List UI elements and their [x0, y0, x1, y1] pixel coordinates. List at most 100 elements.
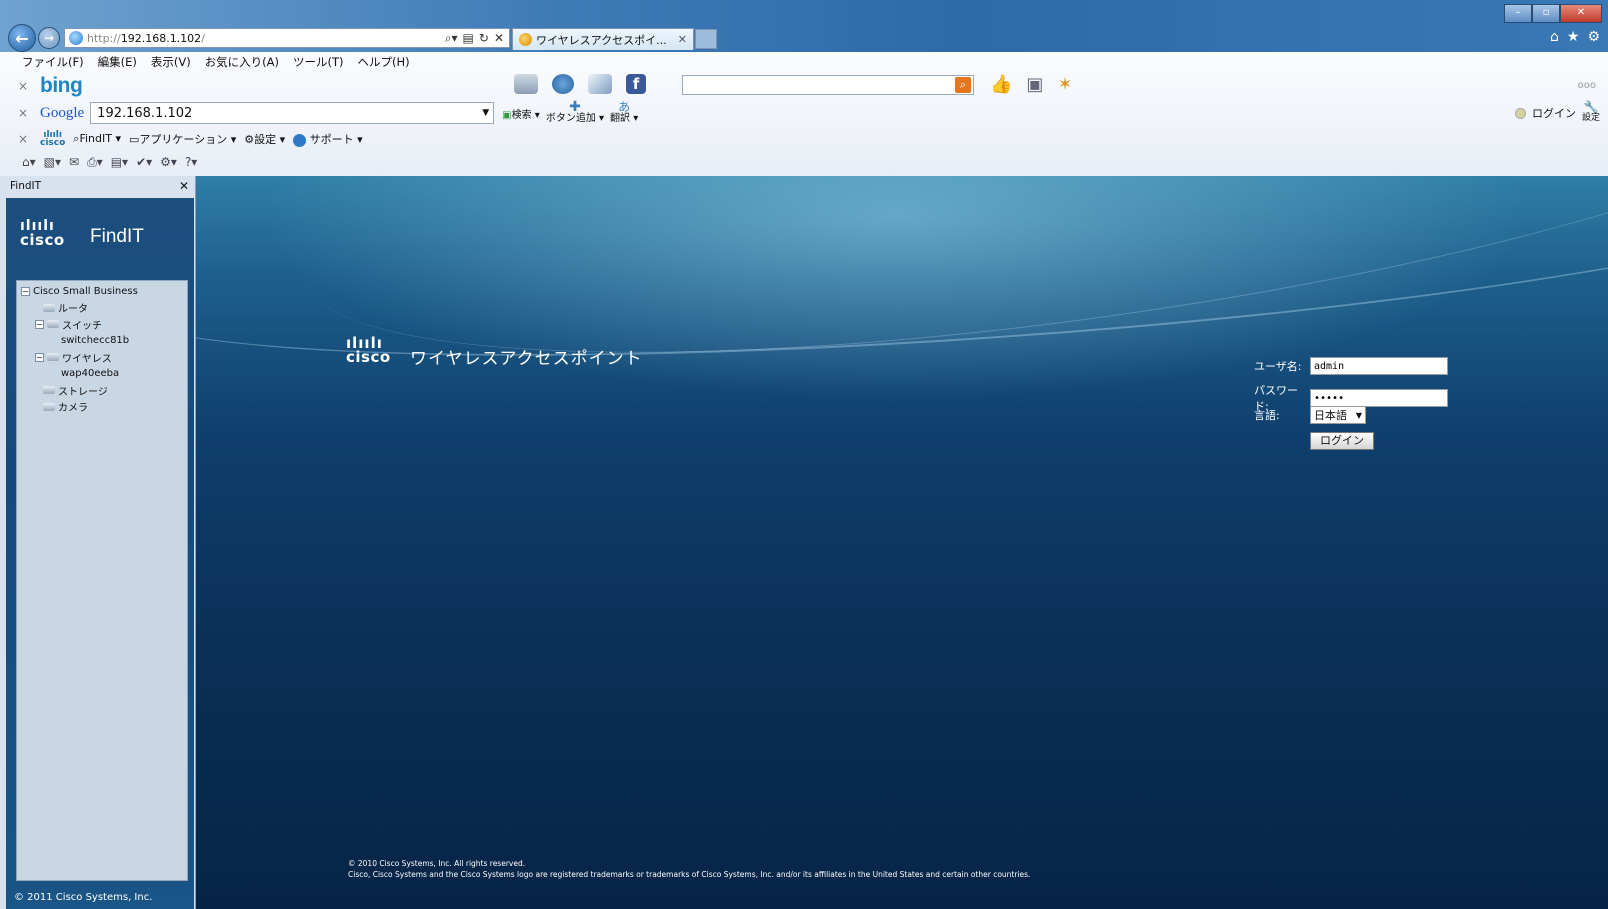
- menu-view[interactable]: 表示(V): [151, 54, 191, 70]
- maximize-button[interactable]: ▫: [1532, 4, 1560, 23]
- applications-menu-button[interactable]: ▭アプリケーション ▾: [129, 131, 236, 147]
- router-icon: [43, 303, 55, 312]
- home-command-icon[interactable]: ⌂▾: [22, 155, 36, 170]
- maps-car-icon[interactable]: [514, 74, 538, 94]
- toolbars-area: ファイル(F) 編集(E) 表示(V) お気に入り(A) ツール(T) ヘルプ(…: [0, 52, 1608, 177]
- translate-button[interactable]: あ翻訳 ▾: [610, 100, 638, 124]
- menu-file[interactable]: ファイル(F): [22, 54, 84, 70]
- bing-toolbar-close-icon[interactable]: ×: [18, 79, 32, 93]
- tree-node-camera[interactable]: カメラ: [17, 399, 187, 416]
- weather-icon[interactable]: [552, 74, 574, 94]
- google-search-button[interactable]: ▣検索 ▾: [502, 106, 540, 121]
- back-button[interactable]: ←: [8, 24, 36, 52]
- google-login-link[interactable]: ログイン: [1532, 105, 1576, 121]
- password-input[interactable]: [1310, 389, 1448, 407]
- sidebar-title: FindIT: [90, 226, 144, 247]
- tree-node-storage[interactable]: ストレージ: [17, 382, 187, 399]
- forward-button[interactable]: →: [38, 27, 60, 49]
- google-search-input[interactable]: 192.168.1.102 ▼: [90, 102, 495, 124]
- username-input[interactable]: [1310, 357, 1448, 375]
- sidebar-close-icon[interactable]: ✕: [179, 179, 189, 193]
- tree-node-switch[interactable]: − スイッチ: [17, 316, 187, 333]
- page-icon[interactable]: ▤▾: [111, 155, 128, 170]
- main-content: ılıılı cisco ワイヤレスアクセスポイント ユーザ名: パスワード: …: [196, 176, 1608, 909]
- bing-search-go-icon[interactable]: ⌕: [955, 77, 971, 93]
- switch-icon: [47, 320, 59, 329]
- sidebar-panel: ılıılı cisco FindIT − Cisco Small Busine…: [6, 198, 194, 909]
- home-icon[interactable]: ⌂: [1550, 29, 1559, 45]
- menu-bar: ファイル(F) 編集(E) 表示(V) お気に入り(A) ツール(T) ヘルプ(…: [22, 54, 410, 70]
- overflow-dots-icon[interactable]: ooo: [1578, 80, 1596, 91]
- tree-node-wireless[interactable]: − ワイヤレス: [17, 349, 187, 366]
- tools-gear-icon[interactable]: ⚙: [1587, 29, 1600, 45]
- tree-node-cisco-small-business[interactable]: − Cisco Small Business: [17, 283, 187, 300]
- copyright-notice: © 2010 Cisco Systems, Inc. All rights re…: [348, 858, 1030, 880]
- cisco-main-logo: ılıılı cisco: [346, 334, 391, 366]
- help-command-icon[interactable]: ?▾: [185, 155, 197, 170]
- video-icon[interactable]: ▣: [1026, 74, 1043, 95]
- stop-icon[interactable]: ✕: [494, 31, 504, 46]
- menu-tools[interactable]: ツール(T): [293, 54, 344, 70]
- sparkle-icon[interactable]: ✶: [1057, 74, 1072, 95]
- sidebar-copyright: © 2011 Cisco Systems, Inc.: [14, 892, 153, 903]
- chevron-down-icon: ▼: [1355, 410, 1362, 420]
- google-toolbar-close-icon[interactable]: ×: [18, 106, 32, 120]
- print-icon[interactable]: ⎙▾: [87, 155, 103, 170]
- settings-menu-button[interactable]: ⚙設定 ▾: [244, 131, 285, 147]
- command-bar: ⌂▾ ▧▾ ✉ ⎙▾ ▤▾ ✔▾ ⚙▾ ?▾: [0, 152, 1608, 172]
- language-select[interactable]: 日本語 ▼: [1310, 406, 1366, 424]
- compat-view-icon[interactable]: ▤: [463, 31, 474, 46]
- new-tab-button[interactable]: [695, 29, 717, 49]
- bing-search-input[interactable]: ⌕: [682, 75, 974, 95]
- storage-icon: [43, 386, 55, 395]
- translate-icon: あ: [618, 100, 631, 114]
- collapse-icon[interactable]: −: [35, 352, 44, 362]
- close-window-button[interactable]: ✕: [1560, 4, 1602, 23]
- collapse-icon[interactable]: −: [21, 286, 30, 296]
- thumbs-up-icon[interactable]: 👍: [990, 74, 1012, 95]
- address-bar[interactable]: http://192.168.1.102/ ⌕▾ ▤ ↻ ✕: [64, 28, 510, 48]
- google-settings-button[interactable]: 🔧 設定: [1582, 101, 1600, 123]
- findit-menu-button[interactable]: ⌕FindIT ▾: [73, 132, 121, 146]
- copyright-line-2: Cisco, Cisco Systems and the Cisco Syste…: [348, 870, 1031, 879]
- add-button-button[interactable]: ✚ ボタン追加 ▾: [546, 100, 604, 124]
- sidebar-header: FindIT ✕: [0, 176, 195, 196]
- ie-page-icon: [69, 31, 83, 45]
- google-search-icon: ▣: [502, 109, 512, 121]
- language-value: 日本語: [1314, 409, 1347, 422]
- google-logo[interactable]: Google: [40, 105, 84, 122]
- minimize-button[interactable]: –: [1504, 4, 1532, 23]
- safety-icon[interactable]: ✔▾: [136, 155, 152, 170]
- cisco-toolbar-close-icon[interactable]: ×: [18, 132, 32, 146]
- tree-node-switchecc81b[interactable]: switchecc81b: [17, 333, 187, 350]
- read-mail-icon[interactable]: ✉: [69, 155, 79, 170]
- refresh-icon[interactable]: ↻: [479, 31, 489, 46]
- tree-node-wap40eeba[interactable]: wap40eeba: [17, 366, 187, 383]
- mail-icon[interactable]: [588, 74, 612, 94]
- collapse-icon[interactable]: −: [35, 319, 44, 329]
- bing-logo[interactable]: bing: [40, 74, 83, 98]
- window-controls: – ▫ ✕: [1504, 4, 1602, 23]
- search-icon[interactable]: ⌕▾: [445, 31, 458, 46]
- tab-wireless-ap[interactable]: ワイヤレスアクセスポイ... ✕: [512, 28, 694, 50]
- cisco-toolbar-logo[interactable]: ılıılı cisco: [40, 131, 65, 148]
- tree-node-router[interactable]: ルータ: [17, 300, 187, 317]
- facebook-icon[interactable]: f: [626, 74, 646, 94]
- menu-help[interactable]: ヘルプ(H): [358, 54, 410, 70]
- favorites-star-icon[interactable]: ★: [1567, 29, 1580, 45]
- cisco-toolbar: × ılıılı cisco ⌕FindIT ▾ ▭アプリケーション ▾ ⚙設定 …: [0, 128, 1608, 150]
- support-menu-button[interactable]: サポート ▾: [293, 131, 363, 147]
- language-row: 言語: 日本語 ▼: [1254, 406, 1366, 424]
- copyright-line-1: © 2010 Cisco Systems, Inc. All rights re…: [348, 859, 526, 868]
- login-button[interactable]: ログイン: [1310, 432, 1374, 450]
- login-status-icon: [1514, 107, 1526, 119]
- menu-edit[interactable]: 編集(E): [98, 54, 137, 70]
- google-dropdown-icon[interactable]: ▼: [482, 108, 489, 118]
- tools-command-icon[interactable]: ⚙▾: [160, 155, 177, 170]
- back-arrow-icon: ←: [15, 28, 29, 48]
- tab-close-icon[interactable]: ✕: [678, 33, 687, 46]
- feeds-icon[interactable]: ▧▾: [44, 155, 61, 170]
- menu-favorites[interactable]: お気に入り(A): [205, 54, 279, 70]
- page-title: ワイヤレスアクセスポイント: [410, 349, 643, 369]
- camera-icon: [43, 402, 55, 411]
